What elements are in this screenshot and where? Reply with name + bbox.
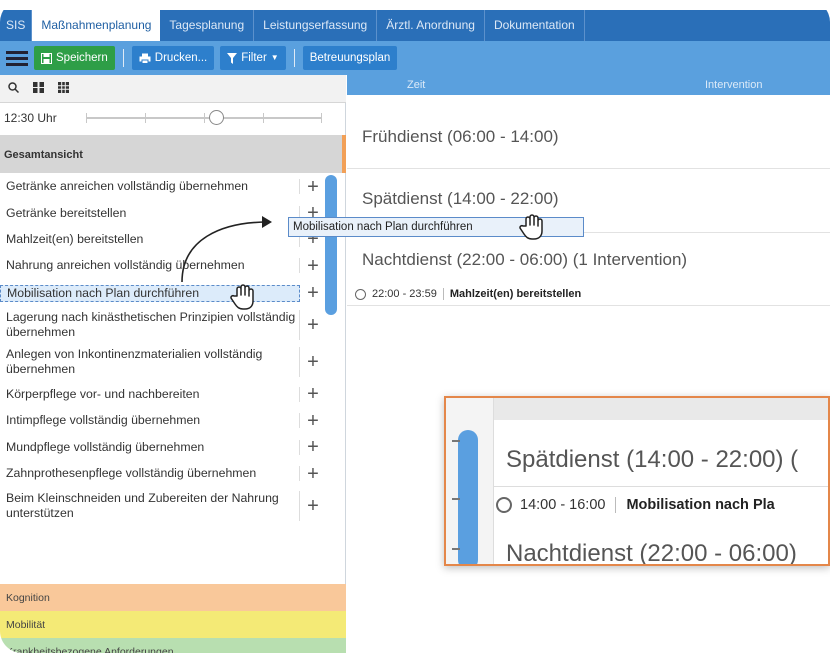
chevron-down-icon: ▼ (270, 53, 279, 62)
save-icon (41, 52, 52, 64)
save-button-label: Speichern (56, 52, 108, 64)
list-item[interactable]: Anlegen von Inkontinenzmaterialien volls… (0, 343, 346, 381)
time-filter: 12:30 Uhr (0, 103, 346, 133)
hand-cursor-icon (230, 284, 254, 310)
plus-icon[interactable]: + (300, 384, 326, 404)
arrow-icon (181, 216, 272, 283)
zoom-inset: Spätdienst (14:00 - 22:00) ( 14:00 - 16:… (444, 396, 830, 566)
column-intervention: Intervention (705, 79, 763, 91)
list-item[interactable]: Getränke anreichen vollständig übernehme… (0, 173, 346, 200)
schedule-header: Zeit Intervention (347, 75, 830, 95)
tab-dokumentation[interactable]: Dokumentation (485, 10, 585, 41)
print-button[interactable]: Drucken... (131, 46, 215, 70)
list-item[interactable]: Zahnprothesenpflege vollständig übernehm… (0, 460, 346, 487)
intervention-panel: 12:30 Uhr Gesamtansicht Getränke anreich… (0, 75, 346, 653)
tab-tagesplanung[interactable]: Tagesplanung (160, 10, 255, 41)
shift-nacht[interactable]: Nachtdienst (22:00 - 06:00) (1 Intervent… (362, 250, 687, 270)
plus-icon[interactable]: + (300, 177, 326, 197)
shift-spaet[interactable]: Spätdienst (14:00 - 22:00) (362, 189, 559, 209)
filter-button[interactable]: Filter ▼ (220, 46, 286, 70)
shift-frueh[interactable]: Frühdienst (06:00 - 14:00) (362, 127, 559, 147)
inset-shift: Spätdienst (14:00 - 22:00) ( (506, 446, 799, 473)
list-item[interactable]: Lagerung nach kinästhetischen Prinzipien… (0, 307, 346, 343)
status-circle-icon (496, 497, 512, 513)
list-item-label: Beim Kleinschneiden und Zubereiten der N… (0, 491, 300, 521)
search-icon[interactable] (8, 81, 20, 96)
status-circle-icon[interactable] (355, 288, 366, 300)
list-item-label: Intimpflege vollständig übernehmen (0, 413, 300, 428)
tab-bar: SIS Maßnahmenplanung Tagesplanung Leistu… (0, 10, 830, 41)
plus-icon[interactable]: + (300, 437, 326, 457)
list-item-label: Mundpflege vollständig übernehmen (0, 439, 300, 455)
tab-aerztl-anordnung[interactable]: Ärztl. Anordnung (377, 10, 485, 41)
column-zeit: Zeit (407, 79, 426, 91)
inset-tick (452, 440, 460, 442)
time-label: 12:30 Uhr (4, 111, 57, 125)
plus-icon[interactable]: + (300, 411, 326, 431)
app-window: SIS Maßnahmenplanung Tagesplanung Leistu… (0, 0, 830, 653)
inset-entry-name: Mobilisation nach Pla (626, 497, 775, 513)
list-item[interactable]: Beim Kleinschneiden und Zubereiten der N… (0, 487, 346, 525)
plus-icon[interactable]: + (300, 496, 326, 516)
list-item-label: Zahnprothesenpflege vollständig übernehm… (0, 466, 300, 481)
schedule-entry[interactable]: 22:00 - 23:59 Mahlzeit(en) bereitstellen (352, 285, 830, 303)
list-item[interactable]: Mundpflege vollständig übernehmen + (0, 434, 346, 460)
list-item-label: Körperpflege vor- und nachbereiten (0, 386, 300, 402)
time-slider[interactable] (86, 110, 322, 125)
inset-entry-time: 14:00 - 16:00 (520, 497, 617, 513)
toolbar: Speichern Drucken... Filter ▼ Betreuungs… (0, 41, 830, 75)
list-scrollbar[interactable] (325, 175, 337, 315)
time-slider-thumb[interactable] (208, 110, 224, 125)
columns-icon[interactable] (33, 81, 44, 96)
plus-icon[interactable]: + (300, 315, 326, 335)
tab-sis[interactable]: SIS (0, 10, 33, 41)
plus-icon[interactable]: + (300, 256, 326, 276)
group-heading[interactable]: Gesamtansicht (0, 135, 346, 173)
category-mobilitaet[interactable]: Mobilität (0, 611, 346, 638)
hand-cursor-icon (519, 214, 543, 240)
entry-time: 22:00 - 23:59 (372, 288, 444, 300)
panel-toolbar (0, 75, 346, 103)
tab-massnahmenplanung[interactable]: Maßnahmenplanung (32, 10, 161, 41)
inset-entry: 14:00 - 16:00 Mobilisation nach Pla (496, 491, 775, 519)
filter-button-label: Filter (241, 52, 267, 64)
filter-icon (227, 52, 238, 64)
plus-icon[interactable]: + (300, 352, 326, 372)
plus-icon[interactable]: + (300, 283, 326, 303)
list-item-label: Lagerung nach kinästhetischen Prinzipien… (0, 310, 300, 340)
list-item-label: Getränke anreichen vollständig übernehme… (0, 179, 300, 194)
tab-leistungserfassung[interactable]: Leistungserfassung (254, 10, 378, 41)
list-item[interactable]: Intimpflege vollständig übernehmen + (0, 407, 346, 434)
divider (347, 168, 830, 169)
print-button-label: Drucken... (154, 52, 208, 64)
divider (494, 486, 828, 487)
inset-tick (452, 498, 460, 500)
inset-scrollbar (458, 430, 478, 564)
category-kognition[interactable]: Kognition (0, 584, 346, 611)
divider (347, 305, 830, 306)
care-plan-button[interactable]: Betreuungsplan (302, 46, 398, 70)
inset-tick (452, 548, 460, 550)
toolbar-divider (122, 49, 124, 67)
entry-name: Mahlzeit(en) bereitstellen (449, 288, 582, 300)
list-item[interactable]: Körperpflege vor- und nachbereiten + (0, 381, 346, 407)
category-krankheitsbezogen[interactable]: Krankheitsbezogene Anforderungen (0, 638, 346, 653)
print-icon (139, 53, 151, 64)
inset-next-shift: Nachtdienst (22:00 - 06:00) (506, 540, 797, 566)
toolbar-divider (293, 49, 295, 67)
menu-icon[interactable] (0, 41, 34, 75)
list-item-label: Anlegen von Inkontinenzmaterialien volls… (0, 347, 300, 377)
save-button[interactable]: Speichern (34, 46, 115, 70)
inset-header (446, 398, 828, 420)
grid-icon[interactable] (58, 81, 69, 96)
plus-icon[interactable]: + (300, 464, 326, 484)
